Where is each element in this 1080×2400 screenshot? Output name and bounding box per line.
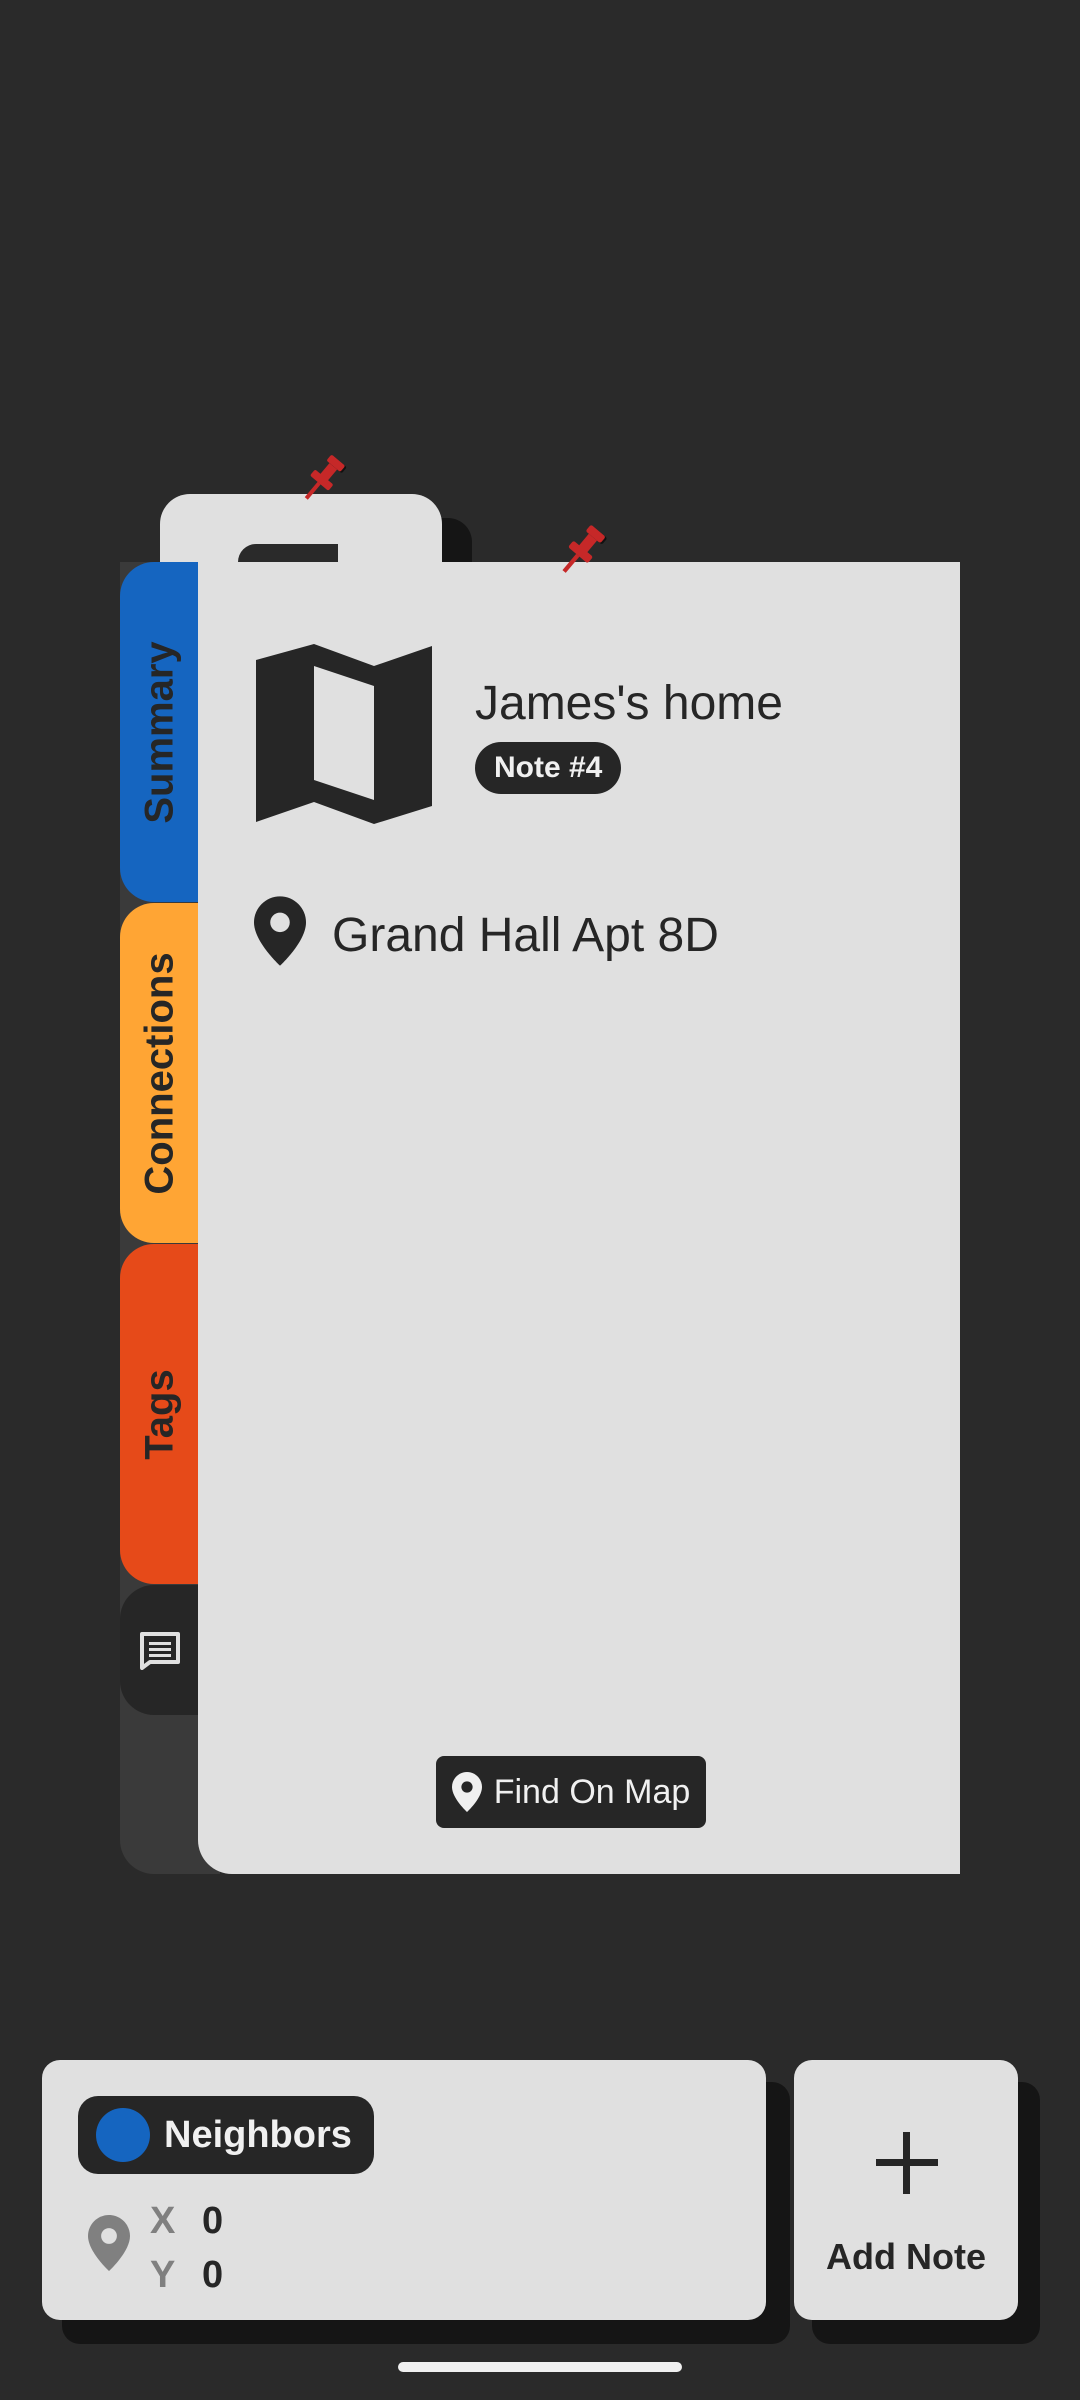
tab-connections[interactable]: Connections: [120, 903, 200, 1243]
note-number-badge: Note #4: [475, 742, 622, 794]
tab-connections-label: Connections: [137, 951, 182, 1195]
group-name: Neighbors: [164, 2113, 352, 2156]
add-note-label: Add Note: [826, 2236, 986, 2277]
group-chip[interactable]: Neighbors: [78, 2096, 374, 2174]
tab-tags[interactable]: Tags: [120, 1244, 200, 1584]
screen: Summary Connections Tags James's home No…: [0, 0, 1080, 2400]
tab-summary[interactable]: Summary: [120, 562, 200, 902]
pushpin-icon: [562, 525, 607, 573]
x-coordinate-label: X: [150, 2200, 176, 2242]
map-icon: [256, 644, 432, 824]
y-coordinate-label: Y: [150, 2254, 176, 2296]
location-pin-icon: [254, 896, 306, 966]
find-on-map-label: Find On Map: [493, 1772, 691, 1811]
location-pin-icon: [88, 2215, 130, 2271]
tab-notes-list[interactable]: [120, 1585, 200, 1715]
x-coordinate-value: 0: [202, 2200, 224, 2242]
tab-summary-label: Summary: [137, 640, 182, 824]
list-icon: [140, 1632, 180, 1670]
tab-tags-label: Tags: [137, 1368, 182, 1460]
find-on-map-button[interactable]: Find On Map: [436, 1756, 706, 1828]
add-note-button[interactable]: [794, 2060, 1018, 2320]
note-title: James's home: [475, 677, 783, 730]
note-address: Grand Hall Apt 8D: [332, 909, 719, 962]
plus-icon: [876, 2132, 938, 2194]
group-color-dot: [96, 2108, 150, 2162]
y-coordinate-value: 0: [202, 2254, 224, 2296]
home-indicator[interactable]: [398, 2362, 682, 2372]
pushpin-icon: [304, 455, 347, 500]
location-pin-icon: [451, 1772, 482, 1812]
